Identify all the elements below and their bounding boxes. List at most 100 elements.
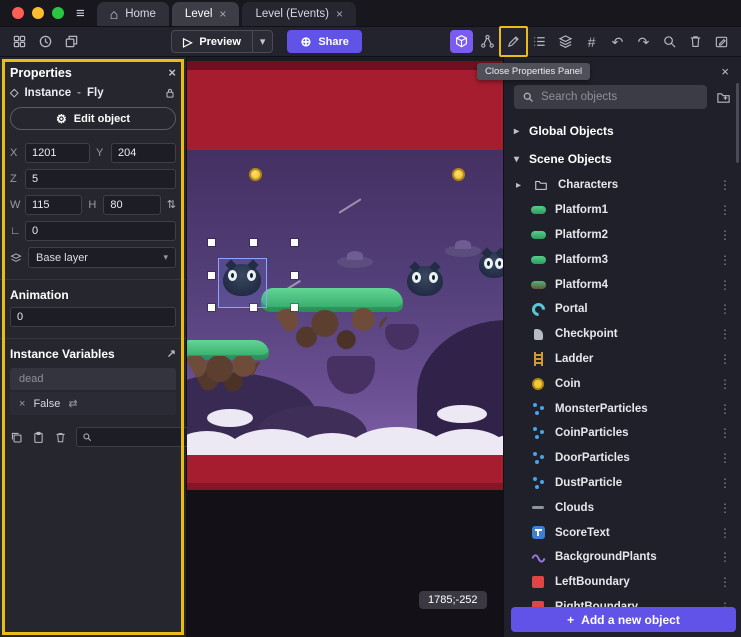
layers-icon[interactable]	[554, 30, 577, 53]
toggle-properties-panel-icon[interactable]	[502, 30, 525, 53]
edit-scene-properties-icon[interactable]	[710, 30, 733, 53]
item-menu-icon[interactable]: ⋮	[719, 253, 731, 267]
instances-list-icon[interactable]	[528, 30, 551, 53]
hamburger-menu-icon[interactable]: ≡	[76, 5, 85, 22]
preview-button[interactable]: ▷ Preview ▾	[171, 30, 273, 53]
item-menu-icon[interactable]: ⋮	[719, 451, 731, 465]
coin-sprite[interactable]	[452, 168, 465, 181]
fly-sprite[interactable]	[407, 266, 443, 296]
instances-graph-icon[interactable]	[476, 30, 499, 53]
item-menu-icon[interactable]: ⋮	[719, 575, 731, 589]
close-tab-icon[interactable]: ×	[219, 7, 226, 21]
close-tab-icon[interactable]: ×	[336, 7, 343, 21]
object-item[interactable]: CoinParticles ⋮	[504, 421, 741, 446]
object-item[interactable]: DoorParticles ⋮	[504, 446, 741, 471]
tab-home[interactable]: ⌂ Home	[97, 2, 169, 26]
resize-handle[interactable]	[291, 272, 298, 279]
edit-object-button[interactable]: ⚙ Edit object	[10, 107, 176, 130]
x-input[interactable]	[25, 143, 90, 163]
swap-value-icon[interactable]: ⇄	[68, 397, 77, 410]
item-menu-icon[interactable]: ⋮	[719, 278, 731, 292]
objects-search-input[interactable]	[541, 91, 699, 103]
lock-ratio-icon[interactable]: ⇅	[167, 200, 176, 211]
preview-options-dropdown[interactable]: ▾	[252, 31, 273, 52]
redo-icon[interactable]: ↷	[632, 30, 655, 53]
resize-handle[interactable]	[250, 304, 257, 311]
item-menu-icon[interactable]: ⋮	[719, 178, 731, 192]
item-menu-icon[interactable]: ⋮	[719, 426, 731, 440]
scenes-stack-icon[interactable]	[60, 30, 83, 53]
fly-sprite[interactable]	[479, 252, 503, 278]
object-item[interactable]: Clouds ⋮	[504, 495, 741, 520]
tab-level-events[interactable]: Level (Events) ×	[242, 2, 356, 26]
zoom-icon[interactable]	[658, 30, 681, 53]
add-new-object-button[interactable]: + Add a new object	[511, 607, 736, 632]
layer-select[interactable]: Base layer ▾	[28, 247, 176, 268]
variable-name[interactable]: dead	[10, 368, 176, 390]
scene-canvas[interactable]: 1785;-252	[187, 57, 503, 637]
history-icon[interactable]	[34, 30, 57, 53]
width-input[interactable]	[25, 195, 82, 215]
saucer-sprite[interactable]	[337, 256, 373, 268]
close-window-button[interactable]	[12, 7, 24, 19]
object-item[interactable]: ScoreText ⋮	[504, 520, 741, 545]
grid-icon[interactable]: #	[580, 30, 603, 53]
global-objects-group[interactable]: ▸ Global Objects	[504, 117, 741, 145]
close-objects-panel-icon[interactable]: ×	[721, 64, 729, 79]
resize-handle[interactable]	[291, 304, 298, 311]
zoom-window-button[interactable]	[52, 7, 64, 19]
item-menu-icon[interactable]: ⋮	[719, 352, 731, 366]
coin-sprite[interactable]	[249, 168, 262, 181]
tab-level[interactable]: Level ×	[172, 2, 240, 26]
rotation-input[interactable]	[25, 221, 176, 241]
objects-search[interactable]	[514, 85, 707, 109]
lock-icon[interactable]	[164, 87, 176, 99]
trash-icon[interactable]	[684, 30, 707, 53]
item-menu-icon[interactable]: ⋮	[719, 476, 731, 490]
object-item[interactable]: Platform1 ⋮	[504, 198, 741, 223]
object-item[interactable]: Portal ⋮	[504, 297, 741, 322]
object-item[interactable]: Checkpoint ⋮	[504, 322, 741, 347]
resize-handle[interactable]	[208, 239, 215, 246]
resize-handle[interactable]	[208, 304, 215, 311]
item-menu-icon[interactable]: ⋮	[719, 228, 731, 242]
item-menu-icon[interactable]: ⋮	[719, 402, 731, 416]
scrollbar-thumb[interactable]	[736, 83, 739, 163]
y-input[interactable]	[111, 143, 176, 163]
add-folder-icon[interactable]	[716, 90, 731, 105]
object-item[interactable]: Ladder ⋮	[504, 347, 741, 372]
height-input[interactable]	[103, 195, 160, 215]
resize-handle[interactable]	[250, 239, 257, 246]
share-button[interactable]: ⊕ Share	[287, 30, 361, 53]
copy-icon[interactable]	[10, 431, 23, 444]
scene-objects-group[interactable]: ▾ Scene Objects	[504, 145, 741, 173]
paste-icon[interactable]	[32, 431, 45, 444]
object-item[interactable]: Coin ⋮	[504, 371, 741, 396]
object-item[interactable]: Platform3 ⋮	[504, 247, 741, 272]
variable-value[interactable]: False	[33, 398, 60, 410]
item-menu-icon[interactable]: ⋮	[719, 550, 731, 564]
object-item[interactable]: MonsterParticles ⋮	[504, 396, 741, 421]
item-menu-icon[interactable]: ⋮	[719, 501, 731, 515]
object-item[interactable]: Platform4 ⋮	[504, 272, 741, 297]
undo-icon[interactable]: ↶	[606, 30, 629, 53]
z-input[interactable]	[25, 169, 176, 189]
project-manager-icon[interactable]	[8, 30, 31, 53]
minimize-window-button[interactable]	[32, 7, 44, 19]
item-menu-icon[interactable]: ⋮	[719, 203, 731, 217]
item-menu-icon[interactable]: ⋮	[719, 327, 731, 341]
object-item[interactable]: BackgroundPlants ⋮	[504, 545, 741, 570]
item-menu-icon[interactable]: ⋮	[719, 377, 731, 391]
resize-handle[interactable]	[208, 272, 215, 279]
object-item[interactable]: DustParticle ⋮	[504, 471, 741, 496]
object-item[interactable]: Platform2 ⋮	[504, 223, 741, 248]
item-menu-icon[interactable]: ⋮	[719, 302, 731, 316]
close-properties-icon[interactable]: ×	[168, 65, 176, 80]
animation-input[interactable]	[10, 307, 176, 327]
open-variables-icon[interactable]: ↗	[167, 349, 176, 360]
delete-variable-icon[interactable]	[54, 431, 67, 444]
resize-handle[interactable]	[291, 239, 298, 246]
folder-characters[interactable]: ▸ Characters ⋮	[504, 173, 741, 198]
object-item[interactable]: LeftBoundary ⋮	[504, 570, 741, 595]
saucer-sprite[interactable]	[445, 245, 481, 257]
